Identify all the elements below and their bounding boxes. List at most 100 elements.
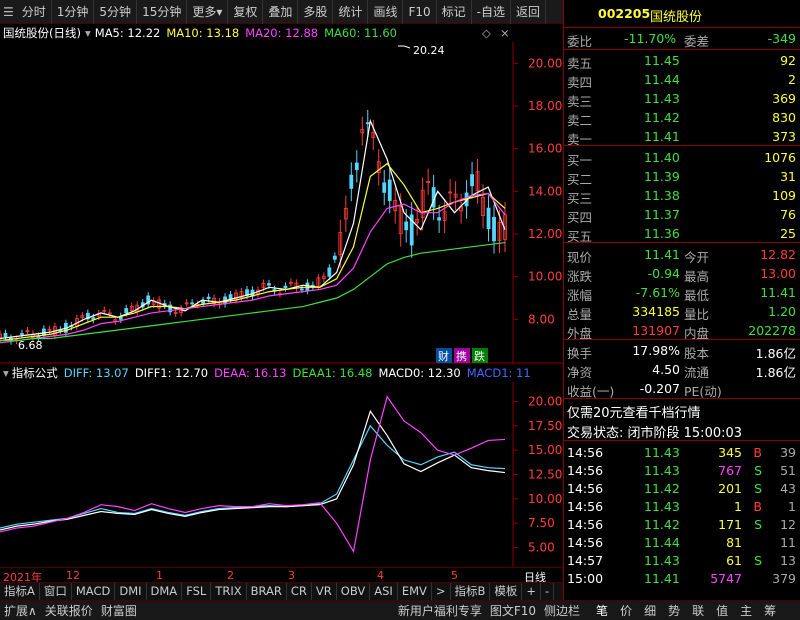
settings-icon[interactable]: ◇ [482, 26, 491, 40]
price-tick-label: 14.00 [528, 184, 562, 198]
tick-row: 14:56 11.43 1 B 1 [564, 497, 800, 516]
button-duogu[interactable]: 多股 [298, 0, 334, 24]
tick-volume: 5747 [710, 571, 742, 586]
price-tick-label: 8.00 [528, 312, 555, 326]
ma5-value: MA5: 12.22 [94, 26, 161, 40]
tab-more[interactable]: 更多▾ [187, 0, 229, 24]
bid-volume: 76 [780, 207, 796, 222]
indicator-tick-label: 15.00 [528, 443, 562, 457]
tab-zhi[interactable]: 值 [710, 602, 734, 619]
tab-shi[interactable]: 势 [662, 602, 686, 619]
related-quotes-button[interactable]: 关联报价 [41, 602, 97, 619]
tick-time: 14:56 [567, 517, 604, 532]
high-marker-line [398, 45, 411, 49]
chart-header: 国统股份(日线) ▾ MA5: 12.22 MA10: 13.18 MA20: … [0, 24, 563, 42]
tab-bi[interactable]: 笔 [590, 602, 614, 619]
tab-obv[interactable]: OBV [337, 583, 371, 600]
tab-dmi[interactable]: DMI [115, 583, 147, 600]
tick-time: 14:57 [567, 553, 604, 568]
tick-row: 14:57 11.43 61 S 13 [564, 551, 800, 570]
expand-button[interactable]: 扩展∧ [0, 602, 41, 619]
tab-jia[interactable]: 价 [614, 602, 638, 619]
tab-15min[interactable]: 15分钟 [137, 0, 188, 24]
promo-row[interactable]: 仅需20元查看千档行情 [564, 400, 800, 421]
badge-zhang[interactable]: 跌 [474, 349, 485, 363]
tab-emv[interactable]: EMV [398, 583, 432, 600]
ask-volume: 830 [772, 110, 796, 125]
sidebar-button[interactable]: 侧边栏 [540, 602, 584, 619]
button-huaxian[interactable]: 画线 [368, 0, 404, 24]
tab-trix[interactable]: TRIX [211, 583, 247, 600]
tick-row: 14:56 11.42 171 S 12 [564, 515, 800, 534]
divider [564, 145, 800, 146]
candle-body [486, 207, 491, 230]
tick-direction: B [753, 445, 762, 460]
candle-body [387, 179, 392, 201]
bid-price: 11.40 [644, 150, 680, 165]
ask-price: 11.42 [644, 110, 680, 125]
tab-fenshi[interactable]: 分时 [17, 0, 52, 24]
high-marker: 20.24 [413, 44, 445, 57]
candle-body [332, 255, 337, 260]
promo-text[interactable]: 仅需20元查看千档行情 [567, 402, 701, 421]
tab-indicator-a[interactable]: 指标A [0, 583, 40, 600]
zoom-in-button[interactable]: + [522, 583, 542, 600]
tab-cr[interactable]: CR [287, 583, 312, 600]
tab-fsl[interactable]: FSL [182, 583, 212, 600]
indicator-title: 指标公式 [11, 366, 58, 380]
tick-volume: 81 [726, 535, 742, 550]
diff1-value: DIFF1: 12.70 [134, 366, 209, 380]
tab-chou[interactable]: 筹 [758, 602, 782, 619]
tab-more-indicators[interactable]: > [432, 583, 451, 600]
tab-asi[interactable]: ASI [370, 583, 398, 600]
stock-header: 002205 国统股份 [564, 4, 800, 25]
chevron-down-icon[interactable]: ▾ [3, 366, 9, 380]
tab-zhu[interactable]: 主 [734, 602, 758, 619]
stat-value: 11.41 [644, 247, 680, 262]
tab-xi[interactable]: 细 [638, 602, 662, 619]
button-fuquan[interactable]: 复权 [228, 0, 264, 24]
price-tick-label: 12.00 [528, 227, 562, 241]
bid-row: 买一 11.40 1076 [564, 148, 800, 168]
indicator-chart[interactable]: 20.00 17.50 15.00 12.50 10.00 7.50 5.00 [0, 382, 563, 567]
tab-lian[interactable]: 联 [686, 602, 710, 619]
button-tongji[interactable]: 统计 [333, 0, 369, 24]
tab-macd[interactable]: MACD [72, 583, 116, 600]
button-diejia[interactable]: 叠加 [263, 0, 299, 24]
button-zixuan[interactable]: -自选 [472, 0, 511, 24]
badge-xie[interactable]: 携 [456, 349, 467, 363]
tab-vr[interactable]: VR [312, 583, 337, 600]
tab-5min[interactable]: 5分钟 [94, 0, 138, 24]
bid-volume: 109 [772, 188, 796, 203]
indicator-tabs: 指标A 窗口 MACD DMI DMA FSL TRIX BRAR CR VR … [0, 582, 563, 600]
divider [564, 440, 800, 441]
new-user-button[interactable]: 新用户福利专享 [394, 602, 486, 619]
weibi-value: -11.70% [624, 31, 677, 46]
button-f10[interactable]: F10 [403, 0, 437, 24]
badge-cai[interactable]: 财 [438, 349, 449, 363]
macd1-value: MACD1: 11 [466, 366, 531, 380]
tick-direction: S [754, 463, 762, 478]
indicator-tick-label: 10.00 [528, 492, 562, 506]
tab-indicator-b[interactable]: 指标B [451, 583, 491, 600]
tick-volume: 345 [718, 445, 742, 460]
f10-button[interactable]: 图文F10 [486, 602, 540, 619]
time-axis-label: 2 [227, 569, 234, 582]
stat-row: 涨幅 -7.61% 最低 11.41 [564, 283, 800, 303]
stat-row: 外盘 131907 内盘 202278 [564, 321, 800, 341]
button-back[interactable]: 返回 [511, 0, 547, 24]
tab-template[interactable]: 模板 [490, 583, 523, 600]
price-chart[interactable]: 20.00 18.00 16.00 14.00 12.00 10.00 8.00 20.24… [0, 42, 563, 364]
button-biaoji[interactable]: 标记 [437, 0, 472, 24]
chevron-down-icon[interactable]: ▾ [85, 26, 91, 40]
menu-icon[interactable]: ☰ [0, 0, 17, 24]
tab-1min[interactable]: 1分钟 [52, 0, 95, 24]
wealth-circle-button[interactable]: 财富圈 [97, 602, 141, 619]
tab-dma[interactable]: DMA [147, 583, 183, 600]
tick-time: 14:56 [567, 463, 604, 478]
tab-brar[interactable]: BRAR [247, 583, 287, 600]
close-icon[interactable]: × [500, 26, 510, 40]
tab-window[interactable]: 窗口 [40, 583, 72, 600]
zoom-out-button[interactable]: - [541, 583, 555, 600]
trade-state: 交易状态: 闭市阶段 15:00:03 [567, 426, 743, 441]
